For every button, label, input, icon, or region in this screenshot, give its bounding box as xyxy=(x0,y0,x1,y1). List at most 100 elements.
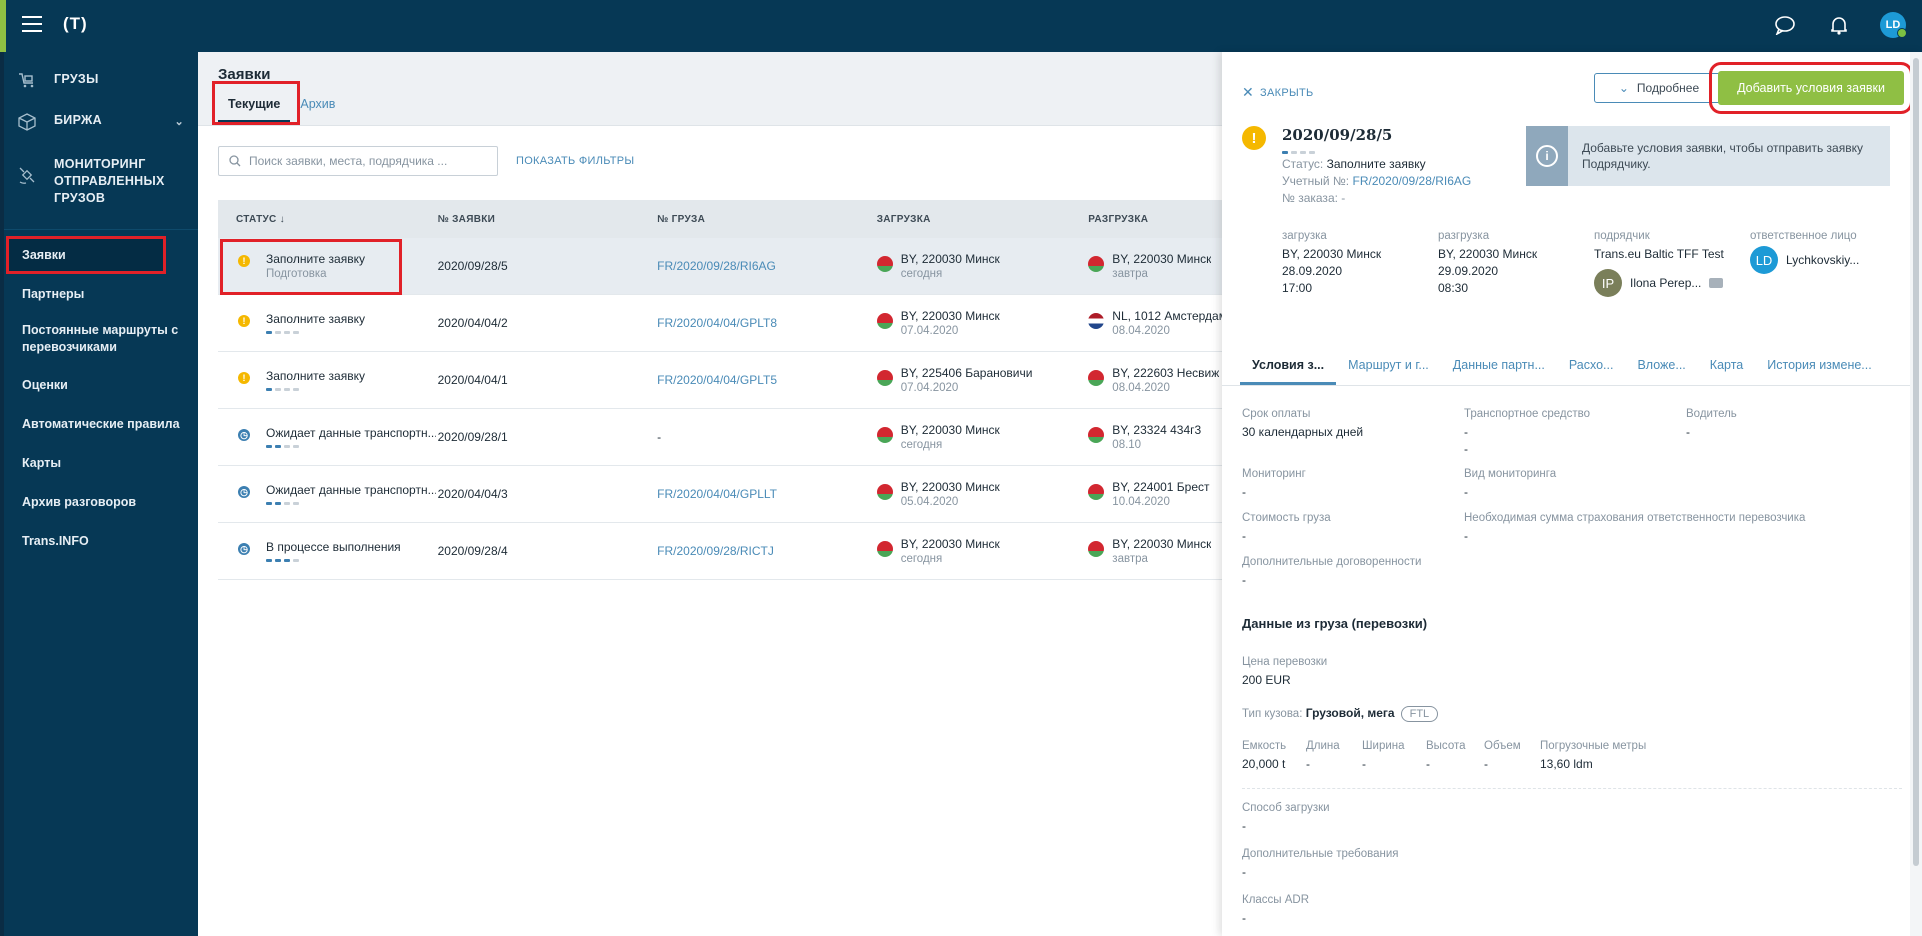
table-row[interactable]: ! Заполните заявку 2020/04/04/2 FR/2020/0… xyxy=(218,295,1228,352)
clock-icon: ◷ xyxy=(238,429,250,441)
header-status[interactable]: СТАТУС ↓ xyxy=(218,214,438,225)
sidebar-item-routes[interactable]: Постоянные маршруты с перевозчиками xyxy=(4,313,198,365)
summary-label: подрядчик xyxy=(1594,230,1650,242)
more-button[interactable]: ⌄ Подробнее xyxy=(1594,73,1724,103)
divider xyxy=(4,229,198,230)
message-icon[interactable] xyxy=(1709,278,1724,288)
top-bar: (T) LD xyxy=(0,0,1922,52)
contact-avatar: IP xyxy=(1594,269,1622,297)
status-label: Статус: xyxy=(1282,157,1324,171)
header-num: № ЗАЯВКИ xyxy=(437,213,496,225)
field-price: Цена перевозки 200 EUR xyxy=(1242,656,1328,687)
load-date: 07.04.2020 xyxy=(900,325,959,337)
field-adr: Классы ADR - xyxy=(1242,894,1310,925)
summary-label: ответственное лицо xyxy=(1750,230,1857,242)
load-place: BY, 220030 Минск xyxy=(900,537,1000,551)
menu-icon[interactable] xyxy=(22,16,42,32)
load-date: 05.04.2020 xyxy=(900,496,959,508)
summary-value: BY, 220030 Минск xyxy=(1438,247,1538,261)
cargo-link[interactable]: FR/2020/04/04/GPLT5 xyxy=(657,373,877,387)
close-button[interactable]: ✕ ЗАКРЫТЬ xyxy=(1242,84,1314,101)
field-driver: Водитель - xyxy=(1686,408,1737,439)
contact-name[interactable]: Ilona Perep... xyxy=(1630,276,1701,290)
sidebar-item-partners[interactable]: Партнеры xyxy=(4,274,198,313)
unload-date: 08.04.2020 xyxy=(1112,382,1170,394)
cargo-link[interactable]: FR/2020/04/04/GPLT8 xyxy=(657,316,877,330)
field-pay-term: Срок оплаты 30 календарных дней xyxy=(1242,408,1364,439)
tab-history[interactable]: История измене... xyxy=(1755,350,1883,385)
sidebar-item-cargo[interactable]: ГРУЗЫ xyxy=(4,72,198,91)
sidebar-item-monitoring[interactable]: МОНИТОРИНГ ОТПРАВЛЕННЫХ ГРУЗОВ xyxy=(4,156,198,207)
flag-by-icon xyxy=(876,541,893,557)
unload-place: BY, 222603 Несвиж xyxy=(1112,366,1220,380)
load-date: 07.04.2020 xyxy=(900,382,959,394)
account-link[interactable]: FR/2020/09/28/RI6AG xyxy=(1353,174,1472,188)
summary-value: 08:30 xyxy=(1438,281,1469,295)
chevron-down-icon[interactable]: ⌄ xyxy=(174,115,184,128)
table-row[interactable]: ◷ В процессе выполнения 2020/09/28/4 FR/2… xyxy=(218,523,1228,580)
table-row[interactable]: ◷ Ожидает данные транспортн... 2020/09/28… xyxy=(218,409,1228,466)
unload-date: 08.10 xyxy=(1112,439,1142,451)
tab-conditions[interactable]: Условия з... xyxy=(1240,350,1337,385)
cargo-link[interactable]: FR/2020/09/28/RICTJ xyxy=(657,544,877,558)
load-date: сегодня xyxy=(900,439,943,451)
bell-icon[interactable] xyxy=(1826,12,1852,38)
show-filters-link[interactable]: ПОКАЗАТЬ ФИЛЬТРЫ xyxy=(516,155,634,167)
load-place: BY, 220030 Минск xyxy=(900,309,1000,323)
summary-load: загрузка BY, 220030 Минск 28.09.2020 17:00 xyxy=(1282,230,1381,297)
field-monitoring-type: Вид мониторинга - xyxy=(1464,468,1557,499)
search-placeholder: Поиск заявки, места, подрядчика ... xyxy=(249,154,448,168)
table-row[interactable]: ! Заполните заявку Подготовка 2020/09/28/5… xyxy=(218,238,1228,295)
tab-route[interactable]: Маршрут и г... xyxy=(1336,350,1441,385)
cargo-link[interactable]: FR/2020/09/28/RI6AG xyxy=(657,259,877,273)
sidebar-item-chat-archive[interactable]: Архив разговоров xyxy=(4,482,198,521)
user-avatar[interactable]: LD xyxy=(1880,12,1907,38)
info-box: i Добавьте условия заявки, чтобы отправи… xyxy=(1526,126,1890,186)
field-capacity: Емкость 20,000 t xyxy=(1242,740,1287,771)
logo[interactable]: (T) xyxy=(63,14,88,34)
page-title: Заявки xyxy=(218,66,271,83)
table-row[interactable]: ! Заполните заявку 2020/04/04/1 FR/2020/0… xyxy=(218,352,1228,409)
sidebar-item-label: МОНИТОРИНГ ОТПРАВЛЕННЫХ ГРУЗОВ xyxy=(54,157,165,205)
chat-icon[interactable] xyxy=(1772,12,1798,38)
clock-icon: ◷ xyxy=(238,486,250,498)
panel-tabs: Условия з... Маршрут и г... Данные партн… xyxy=(1222,350,1922,386)
header-unload: РАЗГРУЗКА xyxy=(1088,213,1149,225)
sidebar-item-auto-rules[interactable]: Автоматические правила xyxy=(4,404,198,443)
responsible-name[interactable]: Lychkovskiy... xyxy=(1786,253,1859,267)
load-place: BY, 220030 Минск xyxy=(900,252,1000,266)
summary-value: Trans.eu Baltic TFF Test xyxy=(1594,247,1724,261)
tab-partner-data[interactable]: Данные партн... xyxy=(1441,350,1557,385)
tab-attachments[interactable]: Вложе... xyxy=(1625,350,1697,385)
more-label: Подробнее xyxy=(1636,81,1700,95)
sidebar-item-label: БИРЖА xyxy=(54,113,102,127)
flag-by-icon xyxy=(876,313,893,329)
order-number: 2020/09/28/5 xyxy=(437,259,508,273)
tab-costs[interactable]: Расхо... xyxy=(1557,350,1626,385)
sidebar-item-exchange[interactable]: БИРЖА ⌄ xyxy=(4,113,198,134)
cargo-link: - xyxy=(657,430,662,444)
search-input[interactable]: Поиск заявки, места, подрядчика ... xyxy=(218,146,498,176)
sidebar: ГРУЗЫ БИРЖА ⌄ МОНИТОРИНГ ОТПРАВЛЕННЫХ ГР… xyxy=(0,52,198,936)
cargo-link[interactable]: FR/2020/04/04/GPLLT xyxy=(657,487,877,501)
info-icon: i xyxy=(1526,126,1568,186)
responsible-avatar: LD xyxy=(1750,246,1778,274)
order-detail-panel: ✕ ЗАКРЫТЬ ⌄ Подробнее Добавить условия з… xyxy=(1222,52,1922,936)
progress-dots xyxy=(266,388,365,391)
tab-map[interactable]: Карта xyxy=(1698,350,1755,385)
flag-by-icon xyxy=(1088,370,1105,386)
table-row[interactable]: ◷ Ожидает данные транспортн... 2020/04/04… xyxy=(218,466,1228,523)
status-text: Ожидает данные транспортн... xyxy=(266,426,436,440)
scrollbar[interactable] xyxy=(1910,52,1922,936)
summary-contractor: подрядчик Trans.eu Baltic TFF Test IP Il… xyxy=(1594,230,1724,297)
load-date: сегодня xyxy=(900,268,943,280)
progress-dots xyxy=(266,445,436,448)
sidebar-item-maps[interactable]: Карты xyxy=(4,443,198,482)
sidebar-item-transinfo[interactable]: Trans.INFO xyxy=(4,521,198,560)
sidebar-item-ratings[interactable]: Оценки xyxy=(4,365,198,404)
header-load: ЗАГРУЗКА xyxy=(876,213,931,225)
add-conditions-button[interactable]: Добавить условия заявки xyxy=(1709,62,1913,114)
flag-nl-icon xyxy=(1088,313,1105,329)
close-label: ЗАКРЫТЬ xyxy=(1260,86,1314,99)
sidebar-item-orders[interactable]: Заявки xyxy=(6,236,166,274)
